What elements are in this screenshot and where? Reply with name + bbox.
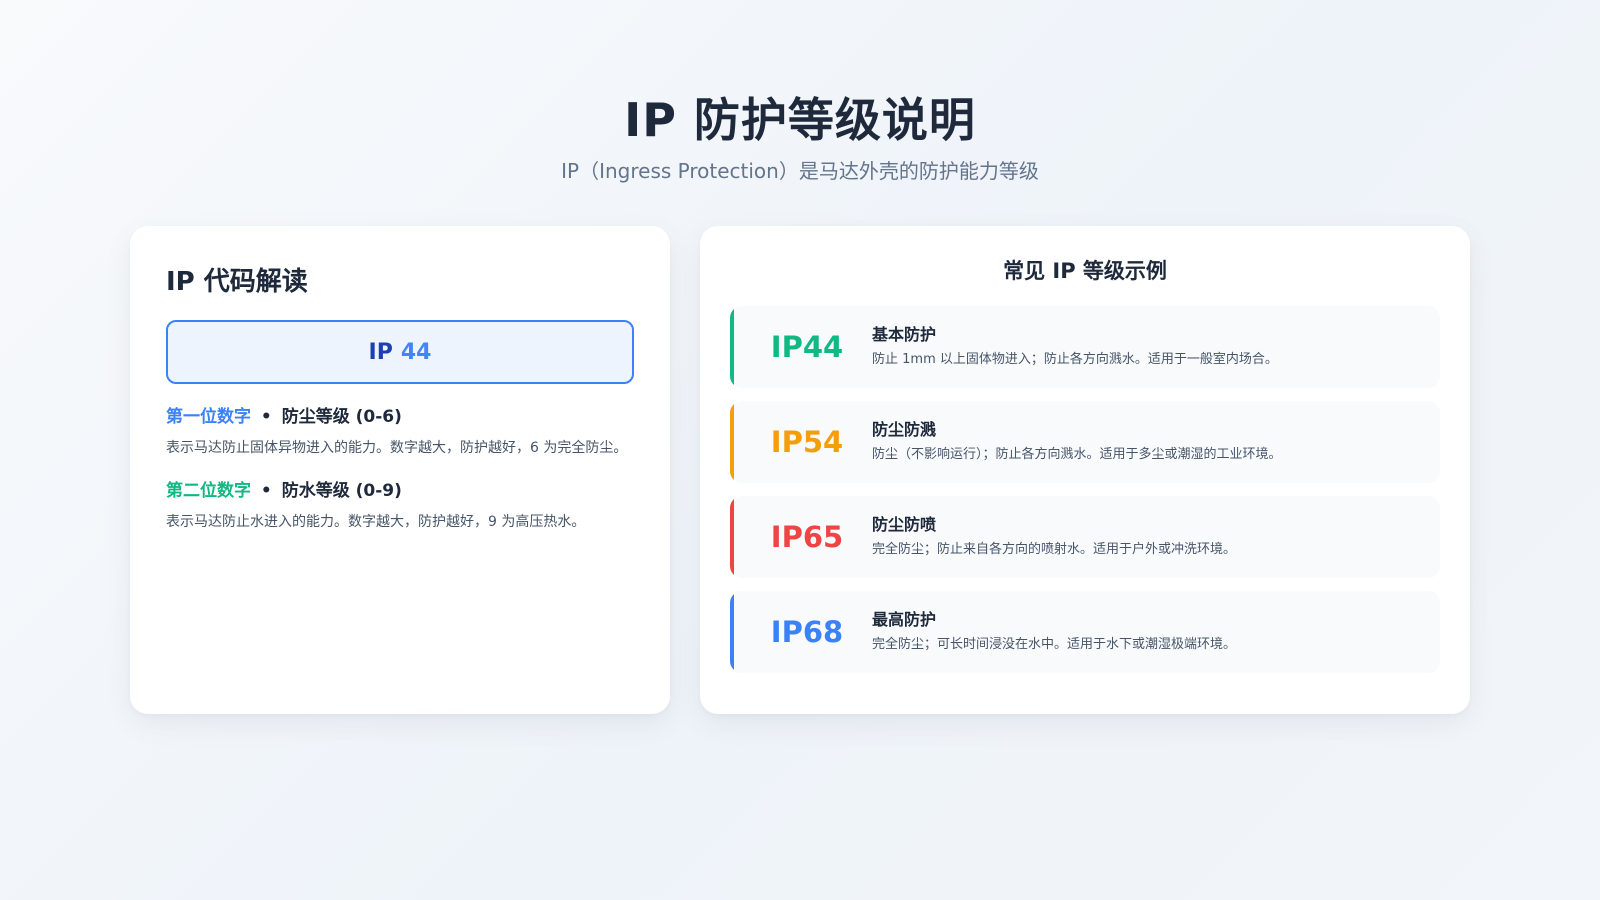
- second-digit-description: 表示马达防止水进入的能力。数字越大，防护越好，9 为高压热水。: [166, 514, 586, 530]
- ip-example-code: IP68: [770, 615, 844, 649]
- ip-example-code: IP54: [770, 425, 844, 459]
- ip-example-info: 防尘防溅 防尘（不影响运行）；防止各方向溅水。适用于多尘或潮湿的工业环境。: [872, 419, 1440, 465]
- ip-example-info: 防尘防喷 完全防尘；防止来自各方向的喷射水。适用于户外或冲洗环境。: [872, 514, 1440, 560]
- second-digit-heading: 第二位数字 • 防水等级 (0-9): [166, 478, 634, 504]
- ip-code-prefix: IP: [368, 339, 393, 365]
- ip-example-code: IP65: [770, 520, 844, 554]
- first-digit-range: 防尘等级 (0-6): [281, 407, 402, 427]
- ip-decoder-card: IP 代码解读 IP 44 第一位数字 • 防尘等级 (0-6) 表示马达防止固…: [130, 226, 670, 714]
- first-digit-heading: 第一位数字 • 防尘等级 (0-6): [166, 404, 634, 430]
- ip-example-description: 防止 1mm 以上固体物进入；防止各方向溅水。适用于一般室内场合。: [872, 352, 1278, 367]
- ip-code-display: IP 44: [166, 320, 634, 384]
- first-digit-label: 第一位数字: [166, 407, 251, 427]
- ip-code-digits: 44: [400, 339, 432, 365]
- second-digit-label: 第二位数字: [166, 481, 251, 501]
- second-digit-separator: •: [260, 481, 272, 501]
- second-digit-section: 第二位数字 • 防水等级 (0-9) 表示马达防止水进入的能力。数字越大，防护越…: [166, 478, 634, 536]
- ip-example-name: 基本防护: [872, 325, 937, 344]
- first-digit-description: 表示马达防止固体异物进入的能力。数字越大，防护越好，6 为完全防尘。: [166, 440, 628, 456]
- first-digit-section: 第一位数字 • 防尘等级 (0-6) 表示马达防止固体异物进入的能力。数字越大，…: [166, 404, 634, 462]
- ip-examples-list: IP44 基本防护 防止 1mm 以上固体物进入；防止各方向溅水。适用于一般室内…: [730, 306, 1440, 673]
- ip-example-description: 完全防尘；防止来自各方向的喷射水。适用于户外或冲洗环境。: [872, 542, 1237, 557]
- accent-bar: [730, 306, 734, 388]
- ip-examples-card: 常见 IP 等级示例 IP44 基本防护 防止 1mm 以上固体物进入；防止各方…: [700, 226, 1470, 714]
- ip-example-info: 基本防护 防止 1mm 以上固体物进入；防止各方向溅水。适用于一般室内场合。: [872, 324, 1440, 370]
- examples-title: 常见 IP 等级示例: [1003, 259, 1167, 283]
- ip-example-name: 防尘防溅: [872, 420, 937, 439]
- ip-example-description: 完全防尘；可长时间浸没在水中。适用于水下或潮湿极端环境。: [872, 637, 1237, 652]
- page-title: IP 防护等级说明: [624, 93, 976, 147]
- ip-example-item: IP54 防尘防溅 防尘（不影响运行）；防止各方向溅水。适用于多尘或潮湿的工业环…: [730, 401, 1440, 483]
- ip-example-item: IP65 防尘防喷 完全防尘；防止来自各方向的喷射水。适用于户外或冲洗环境。: [730, 496, 1440, 578]
- ip-example-info: 最高防护 完全防尘；可长时间浸没在水中。适用于水下或潮湿极端环境。: [872, 609, 1440, 655]
- ip-example-item: IP68 最高防护 完全防尘；可长时间浸没在水中。适用于水下或潮湿极端环境。: [730, 591, 1440, 673]
- ip-example-item: IP44 基本防护 防止 1mm 以上固体物进入；防止各方向溅水。适用于一般室内…: [730, 306, 1440, 388]
- ip-example-name: 防尘防喷: [872, 515, 937, 534]
- ip-example-description: 防尘（不影响运行）；防止各方向溅水。适用于多尘或潮湿的工业环境。: [872, 447, 1282, 462]
- accent-bar: [730, 591, 734, 673]
- decoder-title: IP 代码解读: [166, 267, 308, 297]
- second-digit-range: 防水等级 (0-9): [281, 481, 402, 501]
- first-digit-separator: •: [260, 407, 272, 427]
- page-subtitle: IP（Ingress Protection）是马达外壳的防护能力等级: [561, 159, 1039, 183]
- page: IP 防护等级说明 IP（Ingress Protection）是马达外壳的防护…: [0, 0, 1600, 900]
- accent-bar: [730, 496, 734, 578]
- ip-example-code: IP44: [770, 330, 844, 364]
- ip-example-name: 最高防护: [872, 610, 937, 629]
- page-header: IP 防护等级说明 IP（Ingress Protection）是马达外壳的防护…: [0, 92, 1600, 186]
- accent-bar: [730, 401, 734, 483]
